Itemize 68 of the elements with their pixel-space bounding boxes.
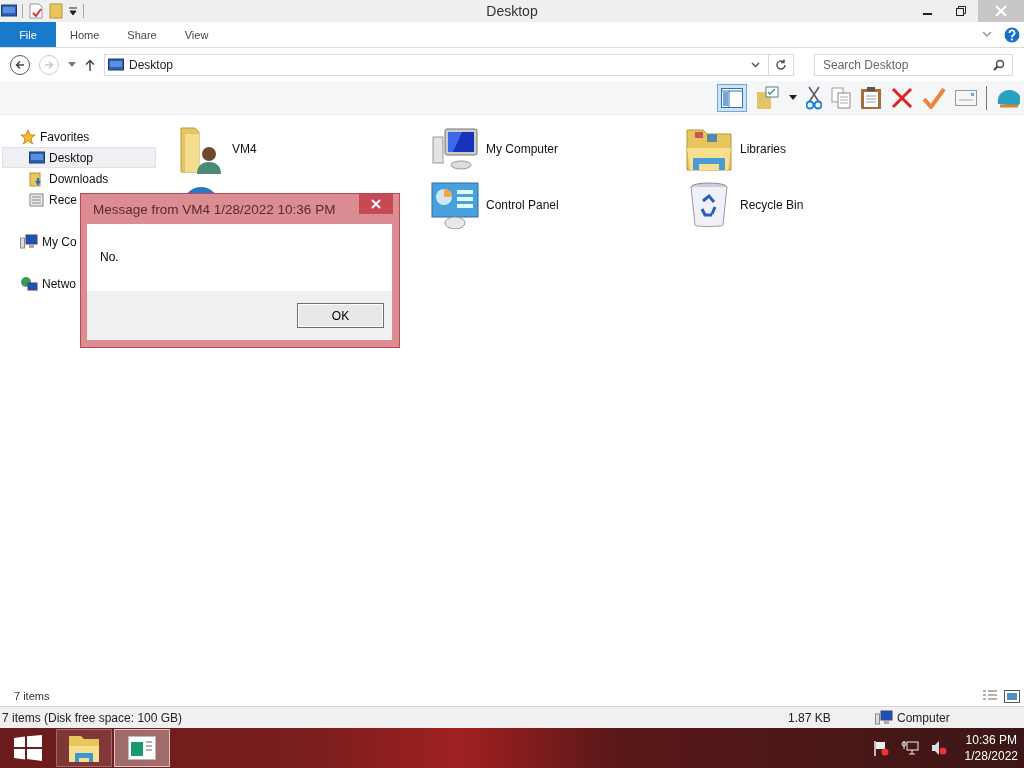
speaker-muted-icon[interactable] xyxy=(930,740,947,756)
desktop-icon xyxy=(108,57,124,72)
preview-pane-button[interactable] xyxy=(717,83,747,112)
address-path: Desktop xyxy=(129,57,174,72)
monitor-icon xyxy=(29,150,45,165)
dropdown-icon[interactable] xyxy=(789,95,797,100)
scissors-icon[interactable] xyxy=(806,85,822,110)
computer-icon xyxy=(431,127,479,171)
network-globe-icon xyxy=(20,275,38,292)
taskbar-app-button[interactable] xyxy=(56,729,112,767)
desktop-item-label[interactable]: Control Panel xyxy=(486,198,559,212)
checkmark-icon[interactable] xyxy=(922,86,946,109)
close-icon xyxy=(371,199,381,209)
status-summary: 7 items (Disk free space: 100 GB) xyxy=(1,710,184,725)
close-icon xyxy=(995,5,1007,17)
computer-icon xyxy=(20,233,38,250)
window-icon xyxy=(128,736,156,760)
ribbon-tab[interactable]: Share xyxy=(113,22,171,47)
nav-item[interactable]: My Co xyxy=(2,231,78,252)
network-icon[interactable] xyxy=(900,740,919,756)
address-bar[interactable]: Desktop xyxy=(104,53,794,76)
up-arrow-icon[interactable] xyxy=(85,58,95,71)
nav-item[interactable]: Desktop xyxy=(2,147,156,168)
large-icons-view-icon[interactable] xyxy=(1004,689,1020,703)
chevron-down-icon[interactable] xyxy=(751,61,760,68)
ribbon-tab[interactable]: Home xyxy=(56,22,114,47)
nav-item[interactable]: Rece xyxy=(2,189,78,210)
search-icon[interactable] xyxy=(993,58,1005,71)
clipboard-icon[interactable] xyxy=(860,85,882,110)
folder-checklist-icon[interactable] xyxy=(756,85,780,110)
desktop-item-label[interactable]: Recycle Bin xyxy=(740,198,804,212)
forward-arrow-icon xyxy=(44,59,54,70)
clock-time[interactable]: 10:36 PM xyxy=(965,732,1017,748)
window-icon xyxy=(1,4,17,18)
close-button[interactable] xyxy=(359,194,393,214)
item-count: 7 items xyxy=(14,690,50,702)
back-arrow-icon xyxy=(15,59,25,70)
flag-icon[interactable] xyxy=(872,740,889,756)
folder-icon xyxy=(68,733,100,763)
file-tab[interactable]: File xyxy=(0,22,56,47)
search-field[interactable]: Search Desktop xyxy=(814,53,1013,76)
nav-item[interactable]: Favorites xyxy=(2,126,91,147)
ribbon-tab[interactable]: View xyxy=(170,22,223,47)
desktop-item-label[interactable]: Libraries xyxy=(740,142,787,156)
delete-x-icon[interactable] xyxy=(891,86,913,109)
nav-item[interactable]: Netwo xyxy=(2,273,77,294)
refresh-icon[interactable] xyxy=(775,58,787,71)
dropdown-icon[interactable] xyxy=(68,6,78,16)
dialog-message: No. xyxy=(100,250,119,264)
windows-logo-icon xyxy=(14,735,42,761)
window-title: Desktop xyxy=(486,3,538,19)
recycle-bin-icon xyxy=(689,181,729,229)
clock-date[interactable]: 1/28/2022 xyxy=(964,748,1018,764)
status-size: 1.87 KB xyxy=(787,710,832,725)
envelope-icon[interactable] xyxy=(955,89,977,106)
help-icon[interactable] xyxy=(1004,26,1020,43)
nav-item[interactable]: Downloads xyxy=(2,168,110,189)
control-panel-icon xyxy=(431,181,479,229)
taskbar-app-button[interactable] xyxy=(114,729,170,767)
restore-icon xyxy=(955,5,967,17)
minimize-icon xyxy=(922,13,932,15)
desktop-item-label[interactable]: My Computer xyxy=(486,142,559,156)
ok-button[interactable]: OK xyxy=(297,303,384,328)
star-icon xyxy=(20,128,36,145)
desktop-item-label[interactable]: VM4 xyxy=(232,142,257,156)
status-zone: Computer xyxy=(897,710,950,725)
dialog-title: Message from VM4 1/28/2022 10:36 PM xyxy=(93,201,336,217)
properties-icon[interactable] xyxy=(28,3,44,19)
